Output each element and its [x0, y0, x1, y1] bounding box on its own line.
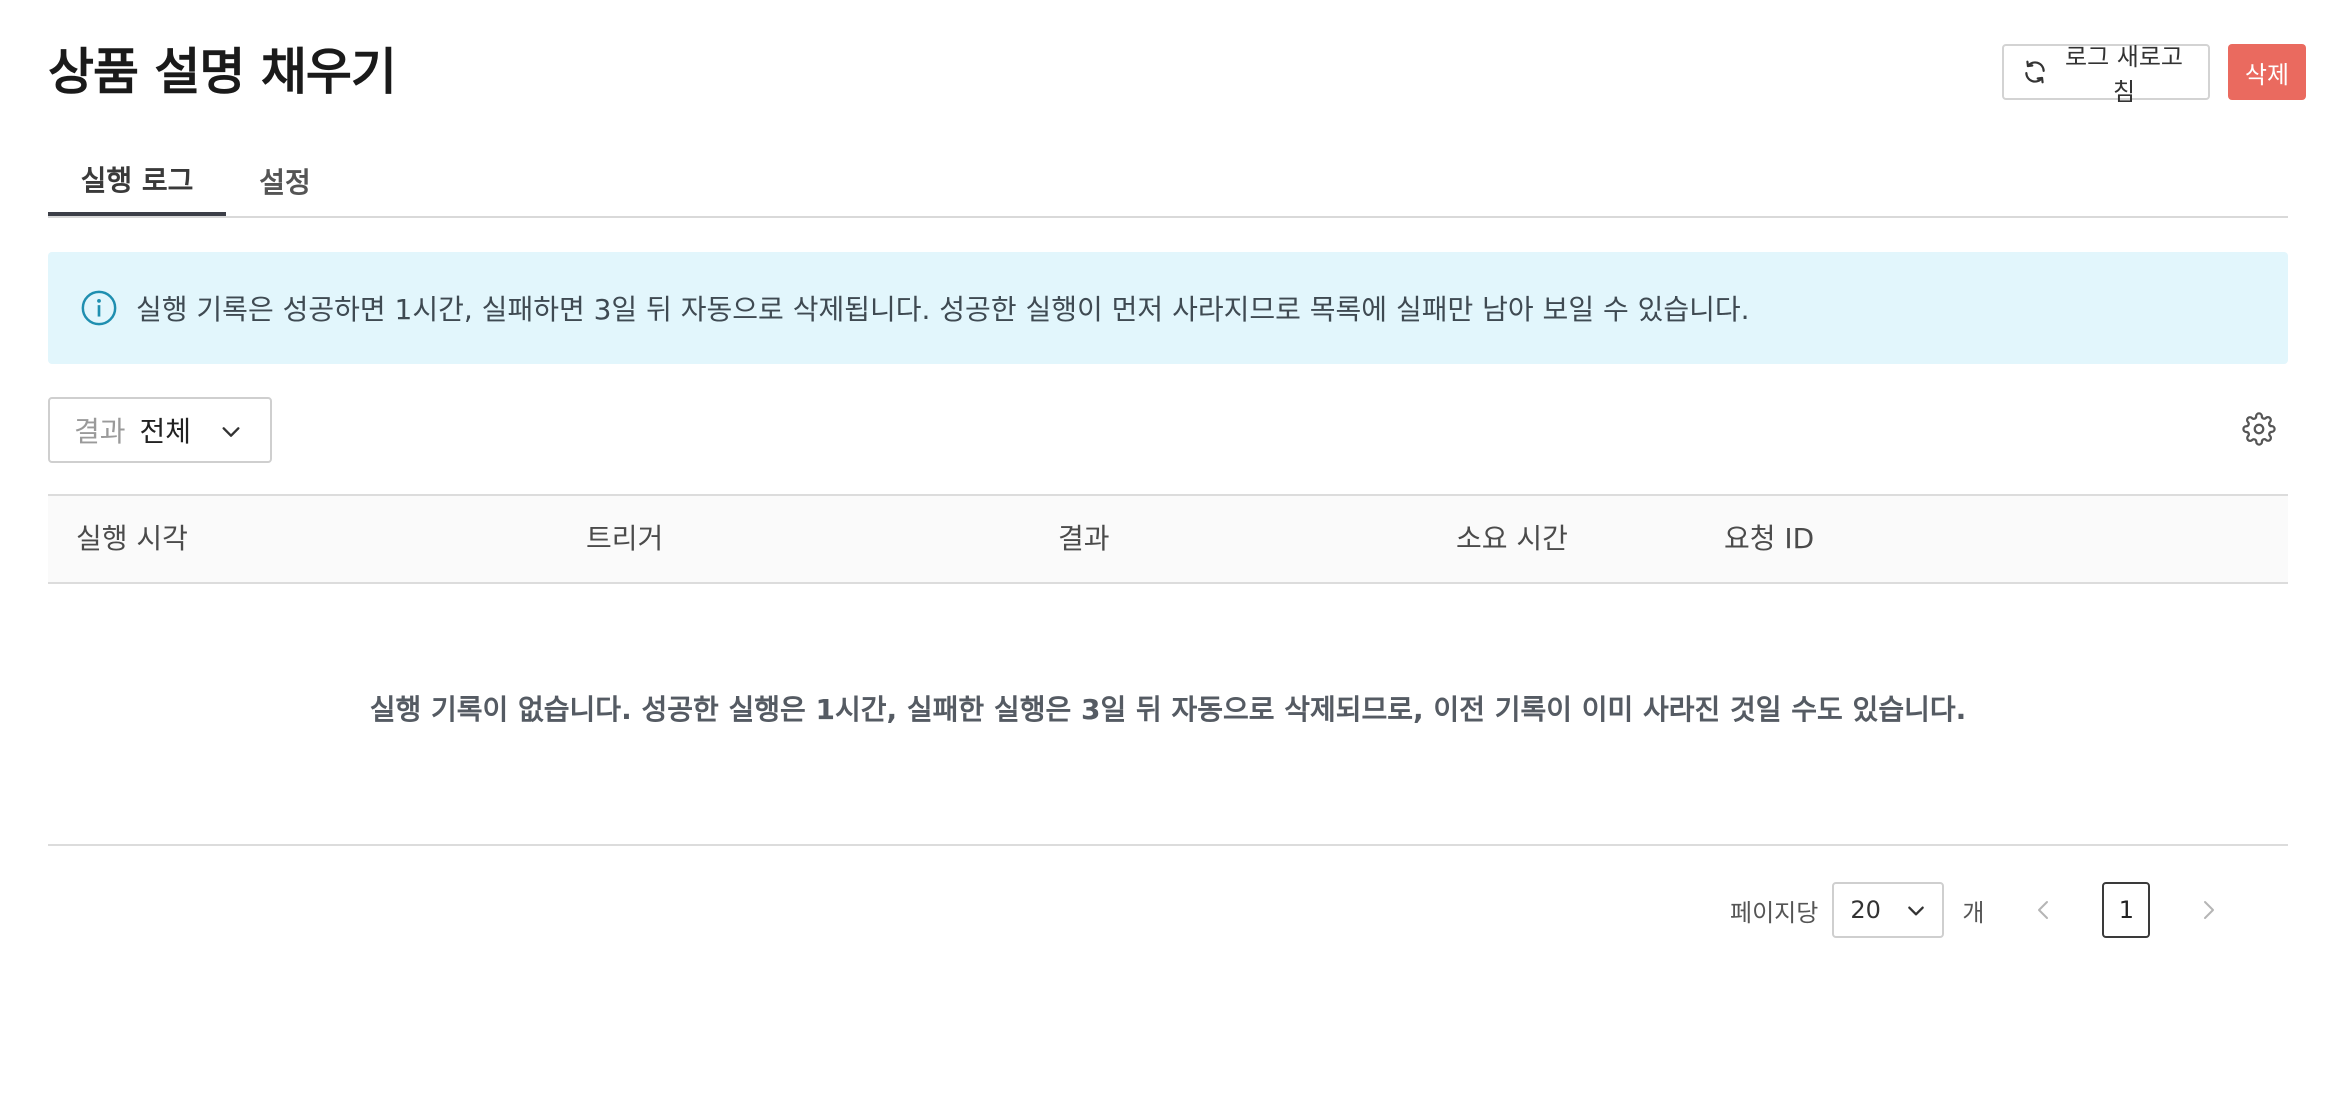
refresh-logs-label: 로그 새로고침 [2064, 43, 2184, 106]
refresh-logs-button[interactable]: 로그 새로고침 [2002, 43, 2210, 106]
tab-bar: 실행 로그 설정 [48, 146, 2288, 218]
gear-icon[interactable] [2242, 412, 2276, 446]
column-header-duration[interactable]: 소요 시간 [1456, 496, 1568, 582]
table-header: 실행 시각 트리거 결과 소요 시간 요청 ID [48, 494, 2288, 584]
refresh-icon [2022, 59, 2048, 85]
next-page-button[interactable] [2188, 890, 2228, 930]
column-header-execution-time[interactable]: 실행 시각 [76, 496, 188, 582]
tab-settings[interactable]: 설정 [226, 146, 344, 216]
page-title: 상품 설명 채우기 [48, 43, 397, 101]
table-empty-state: 실행 기록이 없습니다. 성공한 실행은 1시간, 실패한 실행은 3일 뒤 자… [48, 584, 2288, 846]
chevron-left-icon [2038, 901, 2049, 919]
header-actions: 로그 새로고침 삭제 [2002, 43, 2306, 106]
delete-button[interactable]: 삭제 [2228, 44, 2306, 100]
per-page-select[interactable]: 20 [1832, 882, 1945, 938]
chevron-right-icon [2204, 901, 2215, 919]
tab-execution-log[interactable]: 실행 로그 [48, 146, 226, 216]
column-header-request-id[interactable]: 요청 ID [1724, 496, 1814, 582]
info-banner: 실행 기록은 성공하면 1시간, 실패하면 3일 뒤 자동으로 삭제됩니다. 성… [48, 252, 2288, 364]
result-filter-select[interactable]: 결과 전체 [48, 397, 272, 463]
column-header-result[interactable]: 결과 [1058, 496, 1110, 582]
per-page-label: 페이지당 [1730, 898, 1819, 927]
chevron-down-icon [1908, 906, 1925, 916]
per-page-value: 20 [1850, 896, 1881, 924]
pagination: 페이지당 20 개 1 [1730, 881, 2228, 939]
chevron-down-icon [222, 427, 240, 437]
info-banner-text: 실행 기록은 성공하면 1시간, 실패하면 3일 뒤 자동으로 삭제됩니다. 성… [136, 293, 1750, 326]
previous-page-button[interactable] [2024, 890, 2064, 930]
result-filter-label: 결과 [74, 415, 126, 448]
result-filter-value: 전체 [139, 415, 192, 448]
empty-message: 실행 기록이 없습니다. 성공한 실행은 1시간, 실패한 실행은 3일 뒤 자… [369, 693, 1967, 726]
column-header-trigger[interactable]: 트리거 [586, 496, 663, 582]
per-page-unit: 개 [1962, 898, 1985, 927]
page-number-current[interactable]: 1 [2102, 882, 2151, 938]
info-icon [81, 290, 117, 326]
page: 상품 설명 채우기 로그 새로고침 삭제 실행 로그 설정 실행 기록은 성공하… [0, 0, 2336, 1120]
